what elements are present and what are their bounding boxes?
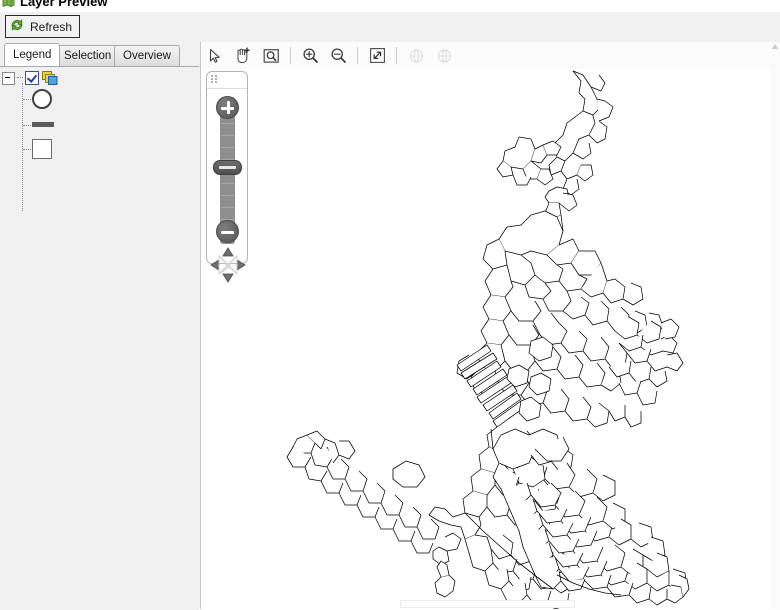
left-panel: Legend Selection Overview xyxy=(0,42,201,610)
legend-symbol-line[interactable] xyxy=(32,122,54,127)
toolbar-separator-2 xyxy=(357,47,358,64)
window-title-bar: Layer Preview xyxy=(0,0,780,12)
scroll-up-arrow-icon[interactable] xyxy=(772,44,778,49)
layer-visibility-checkbox[interactable] xyxy=(25,71,39,85)
tab-overview-label: Overview xyxy=(123,50,171,62)
legend-leaf-dash-line xyxy=(23,125,31,127)
tab-overview[interactable]: Overview xyxy=(114,45,180,66)
select-arrow-tool[interactable] xyxy=(201,44,229,68)
pan-directional-pad[interactable] xyxy=(210,247,246,283)
pan-add-tool[interactable] xyxy=(229,44,257,68)
legend-symbol-point[interactable] xyxy=(32,89,52,109)
previous-extent-tool xyxy=(402,44,430,68)
map-navigation-widget[interactable] xyxy=(206,71,248,283)
legend-leaf-dash-polygon xyxy=(23,149,31,151)
refresh-green-arrows-icon xyxy=(9,17,25,36)
horizontal-scrollbar[interactable] xyxy=(400,598,575,609)
legend-root-row[interactable] xyxy=(2,69,61,87)
drag-grip-icon[interactable] xyxy=(211,75,219,85)
layers-stack-icon xyxy=(41,70,59,86)
map-boundaries-svg xyxy=(286,70,690,609)
collapse-expander[interactable] xyxy=(2,71,15,85)
next-extent-tool xyxy=(430,44,458,68)
tab-selection[interactable]: Selection xyxy=(55,45,121,66)
horizontal-scrollbar-thumb[interactable] xyxy=(400,600,575,608)
refresh-button[interactable]: Refresh xyxy=(5,15,81,38)
map-area xyxy=(201,42,771,609)
zoom-to-selection-tool[interactable] xyxy=(257,44,285,68)
tree-connector-dash xyxy=(17,77,23,79)
legend-tab-panel xyxy=(0,66,199,610)
toolbar-separator-3 xyxy=(396,47,397,64)
nav-divider xyxy=(207,88,247,89)
zoom-out-tool[interactable] xyxy=(324,44,352,68)
top-toolbar: Refresh xyxy=(0,12,780,43)
map-window-icon xyxy=(2,0,15,9)
legend-leaf-dash-point xyxy=(23,99,31,101)
tab-legend-label: Legend xyxy=(13,49,52,61)
tab-selection-label: Selection xyxy=(64,50,112,62)
map-canvas[interactable] xyxy=(201,69,771,609)
tab-legend[interactable]: Legend xyxy=(4,43,61,66)
refresh-button-label: Refresh xyxy=(30,19,73,34)
vertical-scrollbar[interactable] xyxy=(771,42,780,609)
zoom-slider-thumb[interactable] xyxy=(213,160,242,175)
toolbar-separator-1 xyxy=(290,47,291,64)
legend-tree-connector xyxy=(22,83,24,211)
zoom-out-minus-button[interactable] xyxy=(216,220,239,243)
map-toolbar xyxy=(201,42,771,70)
zoom-in-plus-button[interactable] xyxy=(216,96,239,119)
legend-symbol-polygon[interactable] xyxy=(32,139,52,159)
zoom-in-tool[interactable] xyxy=(296,44,324,68)
zoom-full-extent-tool[interactable] xyxy=(363,44,391,68)
window-title: Layer Preview xyxy=(20,0,108,9)
tab-strip: Legend Selection Overview xyxy=(0,42,200,66)
